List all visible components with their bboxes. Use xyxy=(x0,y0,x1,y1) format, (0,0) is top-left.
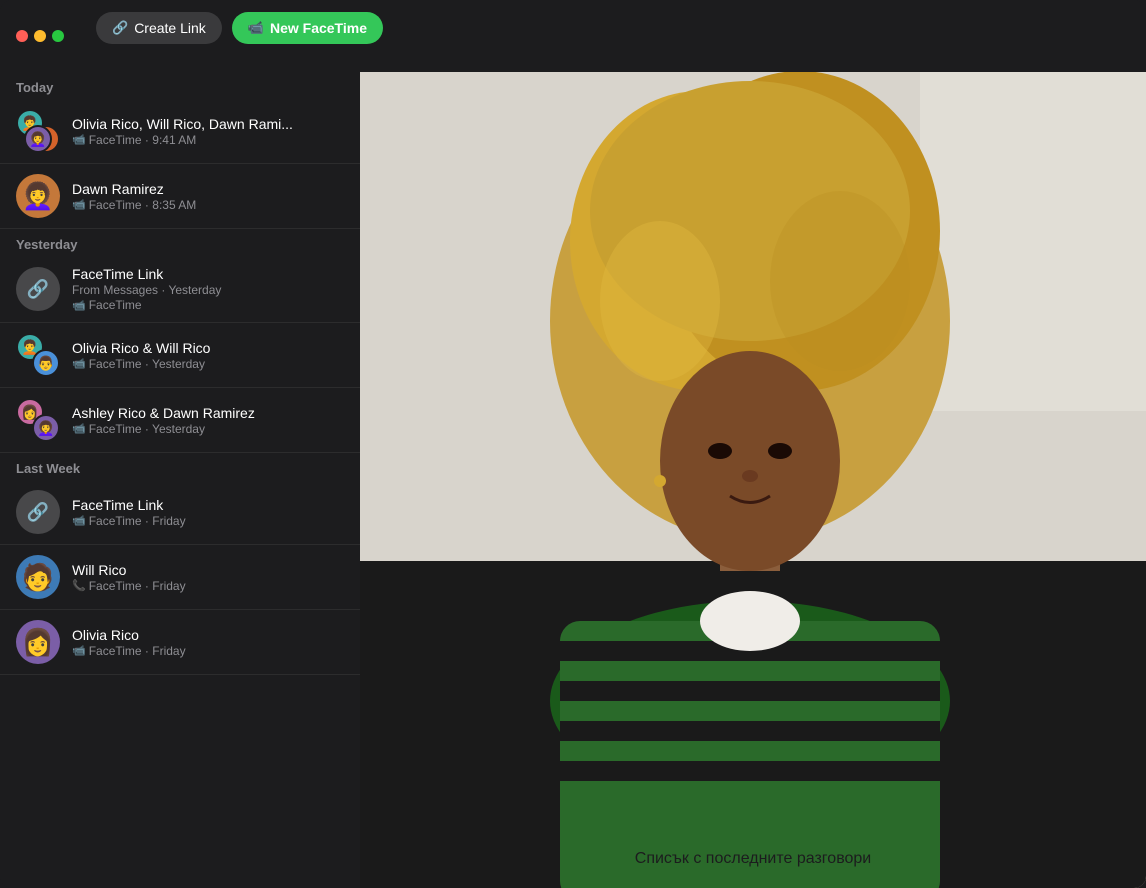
avatar-dawn-single: 👩‍🦱 xyxy=(16,174,60,218)
call-name: Olivia Rico xyxy=(72,627,344,643)
avatar-dawn-3: 👩‍🦱 xyxy=(32,414,60,442)
call-time: FaceTime · Friday xyxy=(89,514,186,528)
call-name: Olivia Rico, Will Rico, Dawn Rami... xyxy=(72,116,344,132)
call-info: Olivia Rico, Will Rico, Dawn Rami... Fac… xyxy=(72,116,344,147)
call-detail-sub: From Messages · Yesterday xyxy=(72,283,344,297)
call-name: Will Rico xyxy=(72,562,344,578)
avatar-dawn: 👩‍🦱 xyxy=(24,125,52,153)
titlebar: 🔗 Create Link 📹 New FaceTime xyxy=(0,0,1146,72)
create-link-label: Create Link xyxy=(134,20,206,36)
call-info: FaceTime Link From Messages · Yesterday … xyxy=(72,266,344,312)
avatar-link: 🔗 xyxy=(16,267,60,311)
call-source: From Messages · Yesterday xyxy=(72,283,221,297)
main-content: Today 🧑‍🦱 👨 👩‍🦱 Olivia Rico, Will Rico, … xyxy=(0,72,1146,888)
traffic-lights xyxy=(16,30,64,42)
call-type: FaceTime xyxy=(89,298,142,312)
call-item-olivia[interactable]: 👩 Olivia Rico FaceTime · Friday xyxy=(0,610,360,675)
video-camera-icon: 📹 xyxy=(248,20,264,36)
call-name: FaceTime Link xyxy=(72,266,344,282)
call-time: FaceTime · Friday xyxy=(89,579,186,593)
call-detail: FaceTime · Friday xyxy=(72,644,344,658)
video-background xyxy=(360,72,1146,888)
call-info: Will Rico FaceTime · Friday xyxy=(72,562,344,593)
call-detail: FaceTime · 8:35 AM xyxy=(72,198,344,212)
facetime-window: 🔗 Create Link 📹 New FaceTime Today 🧑‍🦱 xyxy=(0,0,1146,888)
avatar-will-single: 🧑 xyxy=(16,555,60,599)
avatar-group-3: 👩 👩‍🦱 xyxy=(16,398,60,442)
sidebar: Today 🧑‍🦱 👨 👩‍🦱 Olivia Rico, Will Rico, … xyxy=(0,72,360,888)
call-item-facetime-link-messages[interactable]: 🔗 FaceTime Link From Messages · Yesterda… xyxy=(0,256,360,323)
call-item-will[interactable]: 🧑 Will Rico FaceTime · Friday xyxy=(0,545,360,610)
call-detail: FaceTime · Friday xyxy=(72,514,344,528)
close-button[interactable] xyxy=(16,30,28,42)
call-detail: FaceTime · 9:41 AM xyxy=(72,133,344,147)
call-info: FaceTime Link FaceTime · Friday xyxy=(72,497,344,528)
phone-icon xyxy=(72,579,86,592)
call-info: Olivia Rico FaceTime · Friday xyxy=(72,627,344,658)
avatar-group-2: 🧑‍🦱 👨 xyxy=(16,333,60,377)
call-info: Ashley Rico & Dawn Ramirez FaceTime · Ye… xyxy=(72,405,344,436)
call-time: FaceTime · Yesterday xyxy=(89,422,205,436)
call-detail: FaceTime · Yesterday xyxy=(72,422,344,436)
call-info: Dawn Ramirez FaceTime · 8:35 AM xyxy=(72,181,344,212)
avatar-olivia-single: 👩 xyxy=(16,620,60,664)
avatar-group: 🧑‍🦱 👨 👩‍🦱 xyxy=(16,109,60,153)
video-icon xyxy=(72,644,86,657)
avatar-link-2: 🔗 xyxy=(16,490,60,534)
maximize-button[interactable] xyxy=(52,30,64,42)
call-item-ashley-dawn[interactable]: 👩 👩‍🦱 Ashley Rico & Dawn Ramirez FaceTim… xyxy=(0,388,360,453)
call-name: FaceTime Link xyxy=(72,497,344,513)
minimize-button[interactable] xyxy=(34,30,46,42)
create-link-button[interactable]: 🔗 Create Link xyxy=(96,12,222,44)
section-last-week: Last Week xyxy=(0,453,360,480)
link-icon: 🔗 xyxy=(27,279,49,300)
caption-text: Списък с последните разговори xyxy=(635,850,871,867)
video-icon xyxy=(72,299,86,312)
call-item-facetime-link-week[interactable]: 🔗 FaceTime Link FaceTime · Friday xyxy=(0,480,360,545)
video-panel: Списък с последните разговори xyxy=(360,72,1146,888)
video-icon xyxy=(72,422,86,435)
action-buttons: 🔗 Create Link 📹 New FaceTime xyxy=(80,12,399,60)
section-today: Today xyxy=(0,72,360,99)
video-icon xyxy=(72,133,86,146)
avatar-will-2: 👨 xyxy=(32,349,60,377)
call-info: Olivia Rico & Will Rico FaceTime · Yeste… xyxy=(72,340,344,371)
call-time: FaceTime · Friday xyxy=(89,644,186,658)
call-detail: FaceTime · Yesterday xyxy=(72,357,344,371)
call-name: Ashley Rico & Dawn Ramirez xyxy=(72,405,344,421)
section-yesterday: Yesterday xyxy=(0,229,360,256)
call-item-group-olivia-will-dawn[interactable]: 🧑‍🦱 👨 👩‍🦱 Olivia Rico, Will Rico, Dawn R… xyxy=(0,99,360,164)
call-time: FaceTime · 9:41 AM xyxy=(89,133,197,147)
link-icon: 🔗 xyxy=(112,20,128,36)
call-time: FaceTime · 8:35 AM xyxy=(89,198,197,212)
video-icon xyxy=(72,357,86,370)
call-detail: FaceTime · Friday xyxy=(72,579,344,593)
call-name: Dawn Ramirez xyxy=(72,181,344,197)
new-facetime-label: New FaceTime xyxy=(270,20,367,36)
bottom-caption: Списък с последните разговори xyxy=(635,850,871,868)
call-time: FaceTime · Yesterday xyxy=(89,357,205,371)
call-name: Olivia Rico & Will Rico xyxy=(72,340,344,356)
video-icon xyxy=(72,198,86,211)
video-icon xyxy=(72,514,86,527)
video-content xyxy=(360,72,1146,888)
call-item-olivia-will[interactable]: 🧑‍🦱 👨 Olivia Rico & Will Rico FaceTime ·… xyxy=(0,323,360,388)
new-facetime-button[interactable]: 📹 New FaceTime xyxy=(232,12,383,44)
call-item-dawn[interactable]: 👩‍🦱 Dawn Ramirez FaceTime · 8:35 AM xyxy=(0,164,360,229)
call-detail: FaceTime xyxy=(72,298,344,312)
link-icon-2: 🔗 xyxy=(27,502,49,523)
